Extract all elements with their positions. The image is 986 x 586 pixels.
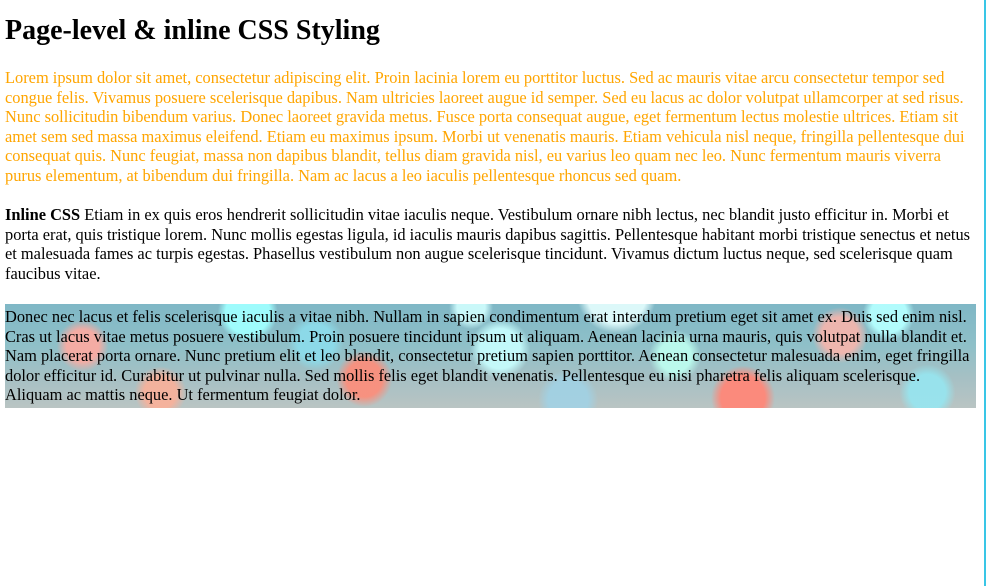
inline-css-label: Inline CSS [5, 205, 81, 224]
bokeh-background-paragraph: Donec nec lacus et felis scelerisque iac… [5, 304, 976, 408]
page-title: Page-level & inline CSS Styling [5, 15, 380, 46]
page-content: Page-level & inline CSS Styling Lorem ip… [5, 0, 977, 408]
inline-css-paragraph: Inline CSS Etiam in ex quis eros hendrer… [5, 205, 977, 283]
inline-css-text: Etiam in ex quis eros hendrerit sollicit… [5, 205, 971, 283]
orange-paragraph: Lorem ipsum dolor sit amet, consectetur … [5, 68, 965, 185]
